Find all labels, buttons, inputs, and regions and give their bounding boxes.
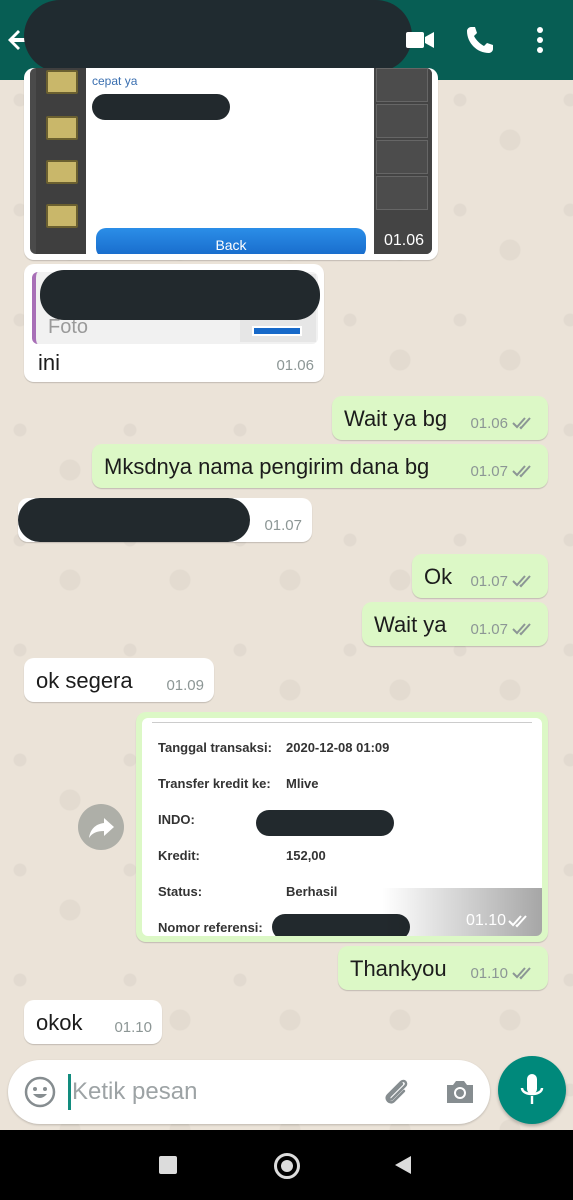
message-time: 01.10 [465,912,506,929]
redacted-block [40,270,320,320]
image-thumbnail[interactable]: Tanggal transaksi: 2020-12-08 01:09 Tran… [142,718,542,936]
tx-value: Berhasil [286,884,338,899]
grid-cell [376,140,428,174]
recents-nav-icon[interactable] [159,1156,177,1174]
message-text: Mksdnya nama pengirim dana bg [104,454,430,479]
tx-value: 2020-12-08 01:09 [286,740,390,755]
message-time: 01.07 [470,621,508,638]
message-time: 01.07 [264,517,302,534]
tx-label: Status: [158,884,203,899]
grid-strip [374,68,432,254]
mic-button[interactable] [498,1056,566,1124]
dialog-preview: cepat ya Back [86,68,376,254]
message-time: 01.06 [383,232,424,249]
message-text: Wait ya [374,612,447,637]
forward-icon [89,818,114,838]
message-time: 01.07 [470,573,508,590]
double-check-icon [512,623,531,636]
mic-icon [520,1074,544,1104]
redacted-block [92,94,230,120]
camera-icon[interactable] [442,1074,478,1110]
image-thumbnail[interactable]: cepat ya Back [30,68,432,254]
incoming-message[interactable]: ok segera 01.09 [24,658,214,702]
tx-label: INDO: [158,812,195,827]
tx-label: Nomor referensi: [158,920,263,935]
thumb-button [252,326,302,336]
message-input[interactable]: Ketik pesan [72,1078,197,1106]
double-check-icon [512,417,531,430]
contact-name-redacted[interactable] [24,0,412,72]
outgoing-message[interactable]: Wait ya bg 01.06 [332,396,548,440]
envelope-icon [46,204,78,228]
dialog-back-button: Back [96,228,366,254]
sidebar-strip [36,68,88,254]
text-cursor [68,1074,71,1110]
message-input-bar[interactable]: Ketik pesan [8,1060,490,1124]
grid-cell [376,176,428,210]
double-check-icon [512,575,531,588]
video-call-icon[interactable] [402,22,438,58]
envelope-icon [46,160,78,184]
dialog-text: cepat ya [92,74,138,88]
grid-cell [376,104,428,138]
envelope-icon [46,70,78,94]
redacted-block [18,498,250,542]
message-time: 01.07 [470,463,508,480]
message-time: 01.10 [470,965,508,982]
outgoing-message[interactable]: Thankyou 01.10 [338,946,548,990]
back-nav-icon[interactable] [395,1156,411,1174]
incoming-message[interactable]: 01.07 [18,498,312,542]
message-time: 01.09 [166,677,204,694]
message-text: Wait ya bg [344,406,448,431]
double-check-icon [512,967,531,980]
tx-value: Mlive [286,776,319,791]
message-time: 01.10 [114,1019,152,1036]
forward-button[interactable] [78,804,124,850]
home-nav-icon[interactable] [274,1153,300,1179]
message-text: Ok [424,564,453,589]
paperclip-icon[interactable] [378,1074,414,1110]
image-message[interactable]: Tanggal transaksi: 2020-12-08 01:09 Tran… [136,712,548,942]
message-text: ok segera [36,668,133,693]
outgoing-message[interactable]: Mksdnya nama pengirim dana bg 01.07 [92,444,548,488]
double-check-icon [512,465,531,478]
outgoing-message[interactable]: Wait ya 01.07 [362,602,548,646]
more-vert-icon[interactable] [522,22,558,58]
message-text: ini [38,350,61,375]
outgoing-message[interactable]: Ok 01.07 [412,554,548,598]
phone-icon[interactable] [462,22,498,58]
grid-cell [376,68,428,102]
double-check-icon [508,915,527,928]
reply-message[interactable]: Foto ini 01.06 [24,264,324,382]
envelope-icon [46,116,78,140]
divider [152,722,532,723]
emoji-icon[interactable] [22,1074,58,1110]
incoming-message[interactable]: okok 01.10 [24,1000,162,1044]
message-text: okok [36,1010,83,1035]
redacted-block [256,810,394,836]
tx-label: Transfer kredit ke: [158,776,271,791]
tx-label: Tanggal transaksi: [158,740,272,755]
message-text: Thankyou [350,956,447,981]
message-time: 01.06 [470,415,508,432]
image-message[interactable]: cepat ya Back 01.06 [24,68,438,260]
message-time: 01.06 [276,357,314,374]
tx-value: 152,00 [286,848,326,863]
tx-label: Kredit: [158,848,200,863]
